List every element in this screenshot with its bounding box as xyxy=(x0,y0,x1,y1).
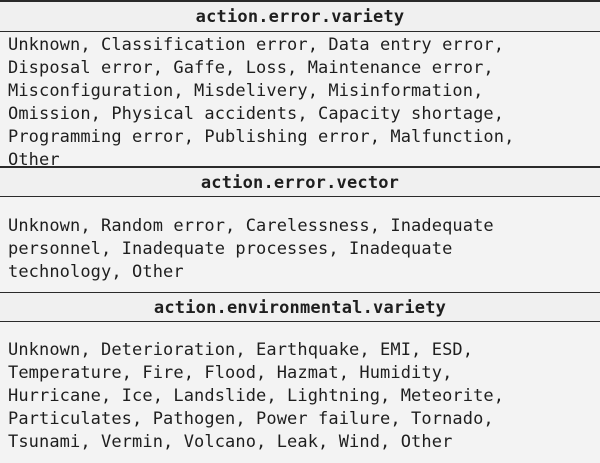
section-header: action.error.vector xyxy=(0,168,600,197)
section-header: action.error.variety xyxy=(0,2,600,32)
section-values: Unknown, Random error, Carelessness, Ina… xyxy=(0,197,600,294)
section-action-environmental-variety: action.environmental.variety Unknown, De… xyxy=(0,293,600,463)
section-action-error-variety: action.error.variety Unknown, Classifica… xyxy=(0,2,600,170)
section-action-error-vector: action.error.vector Unknown, Random erro… xyxy=(0,168,600,294)
section-header: action.environmental.variety xyxy=(0,293,600,322)
section-values: Unknown, Classification error, Data entr… xyxy=(0,32,600,170)
enumeration-table: action.error.variety Unknown, Classifica… xyxy=(0,0,600,463)
section-values: Unknown, Deterioration, Earthquake, EMI,… xyxy=(0,322,600,463)
